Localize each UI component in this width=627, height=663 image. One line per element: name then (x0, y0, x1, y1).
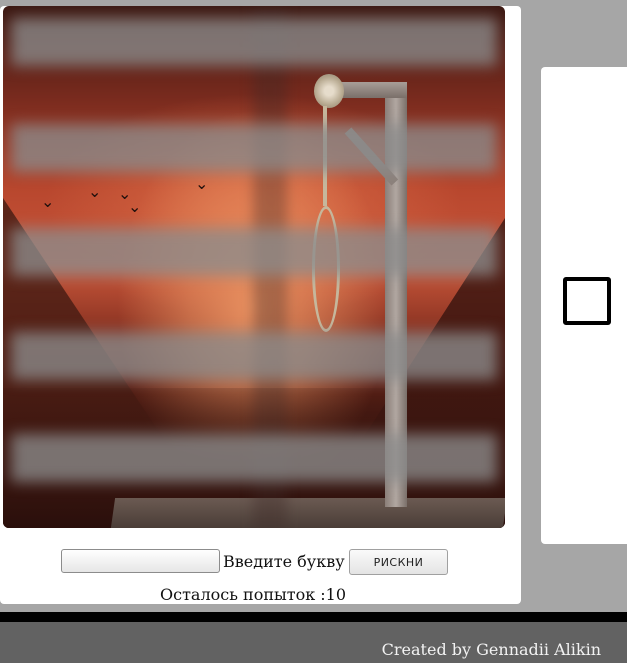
guess-controls: Введите букву РИСКНИ (0, 549, 521, 577)
blur-bar (11, 228, 497, 276)
hangman-scene-image: ⌄ ⌄ ⌄ ⌄ ⌄ (3, 6, 505, 528)
blur-overlay (3, 6, 505, 528)
letter-input[interactable] (61, 549, 220, 573)
game-panel: ⌄ ⌄ ⌄ ⌄ ⌄ Введите букву РИСКНИ (0, 6, 521, 604)
footer-credit: Created by Gennadii Alikin (381, 640, 601, 659)
footer-divider (0, 612, 627, 622)
letter-slot (563, 277, 611, 325)
blur-bar (11, 434, 497, 482)
blur-bar (11, 18, 497, 66)
footer: Created by Gennadii Alikin (0, 622, 627, 663)
blur-bar (11, 124, 497, 172)
word-panel (541, 67, 627, 544)
attempts-remaining-text: Осталось попыток :10 (160, 585, 347, 604)
guess-button[interactable]: РИСКНИ (349, 549, 448, 575)
letter-input-label: Введите букву (223, 552, 345, 571)
blur-bar (11, 332, 497, 380)
